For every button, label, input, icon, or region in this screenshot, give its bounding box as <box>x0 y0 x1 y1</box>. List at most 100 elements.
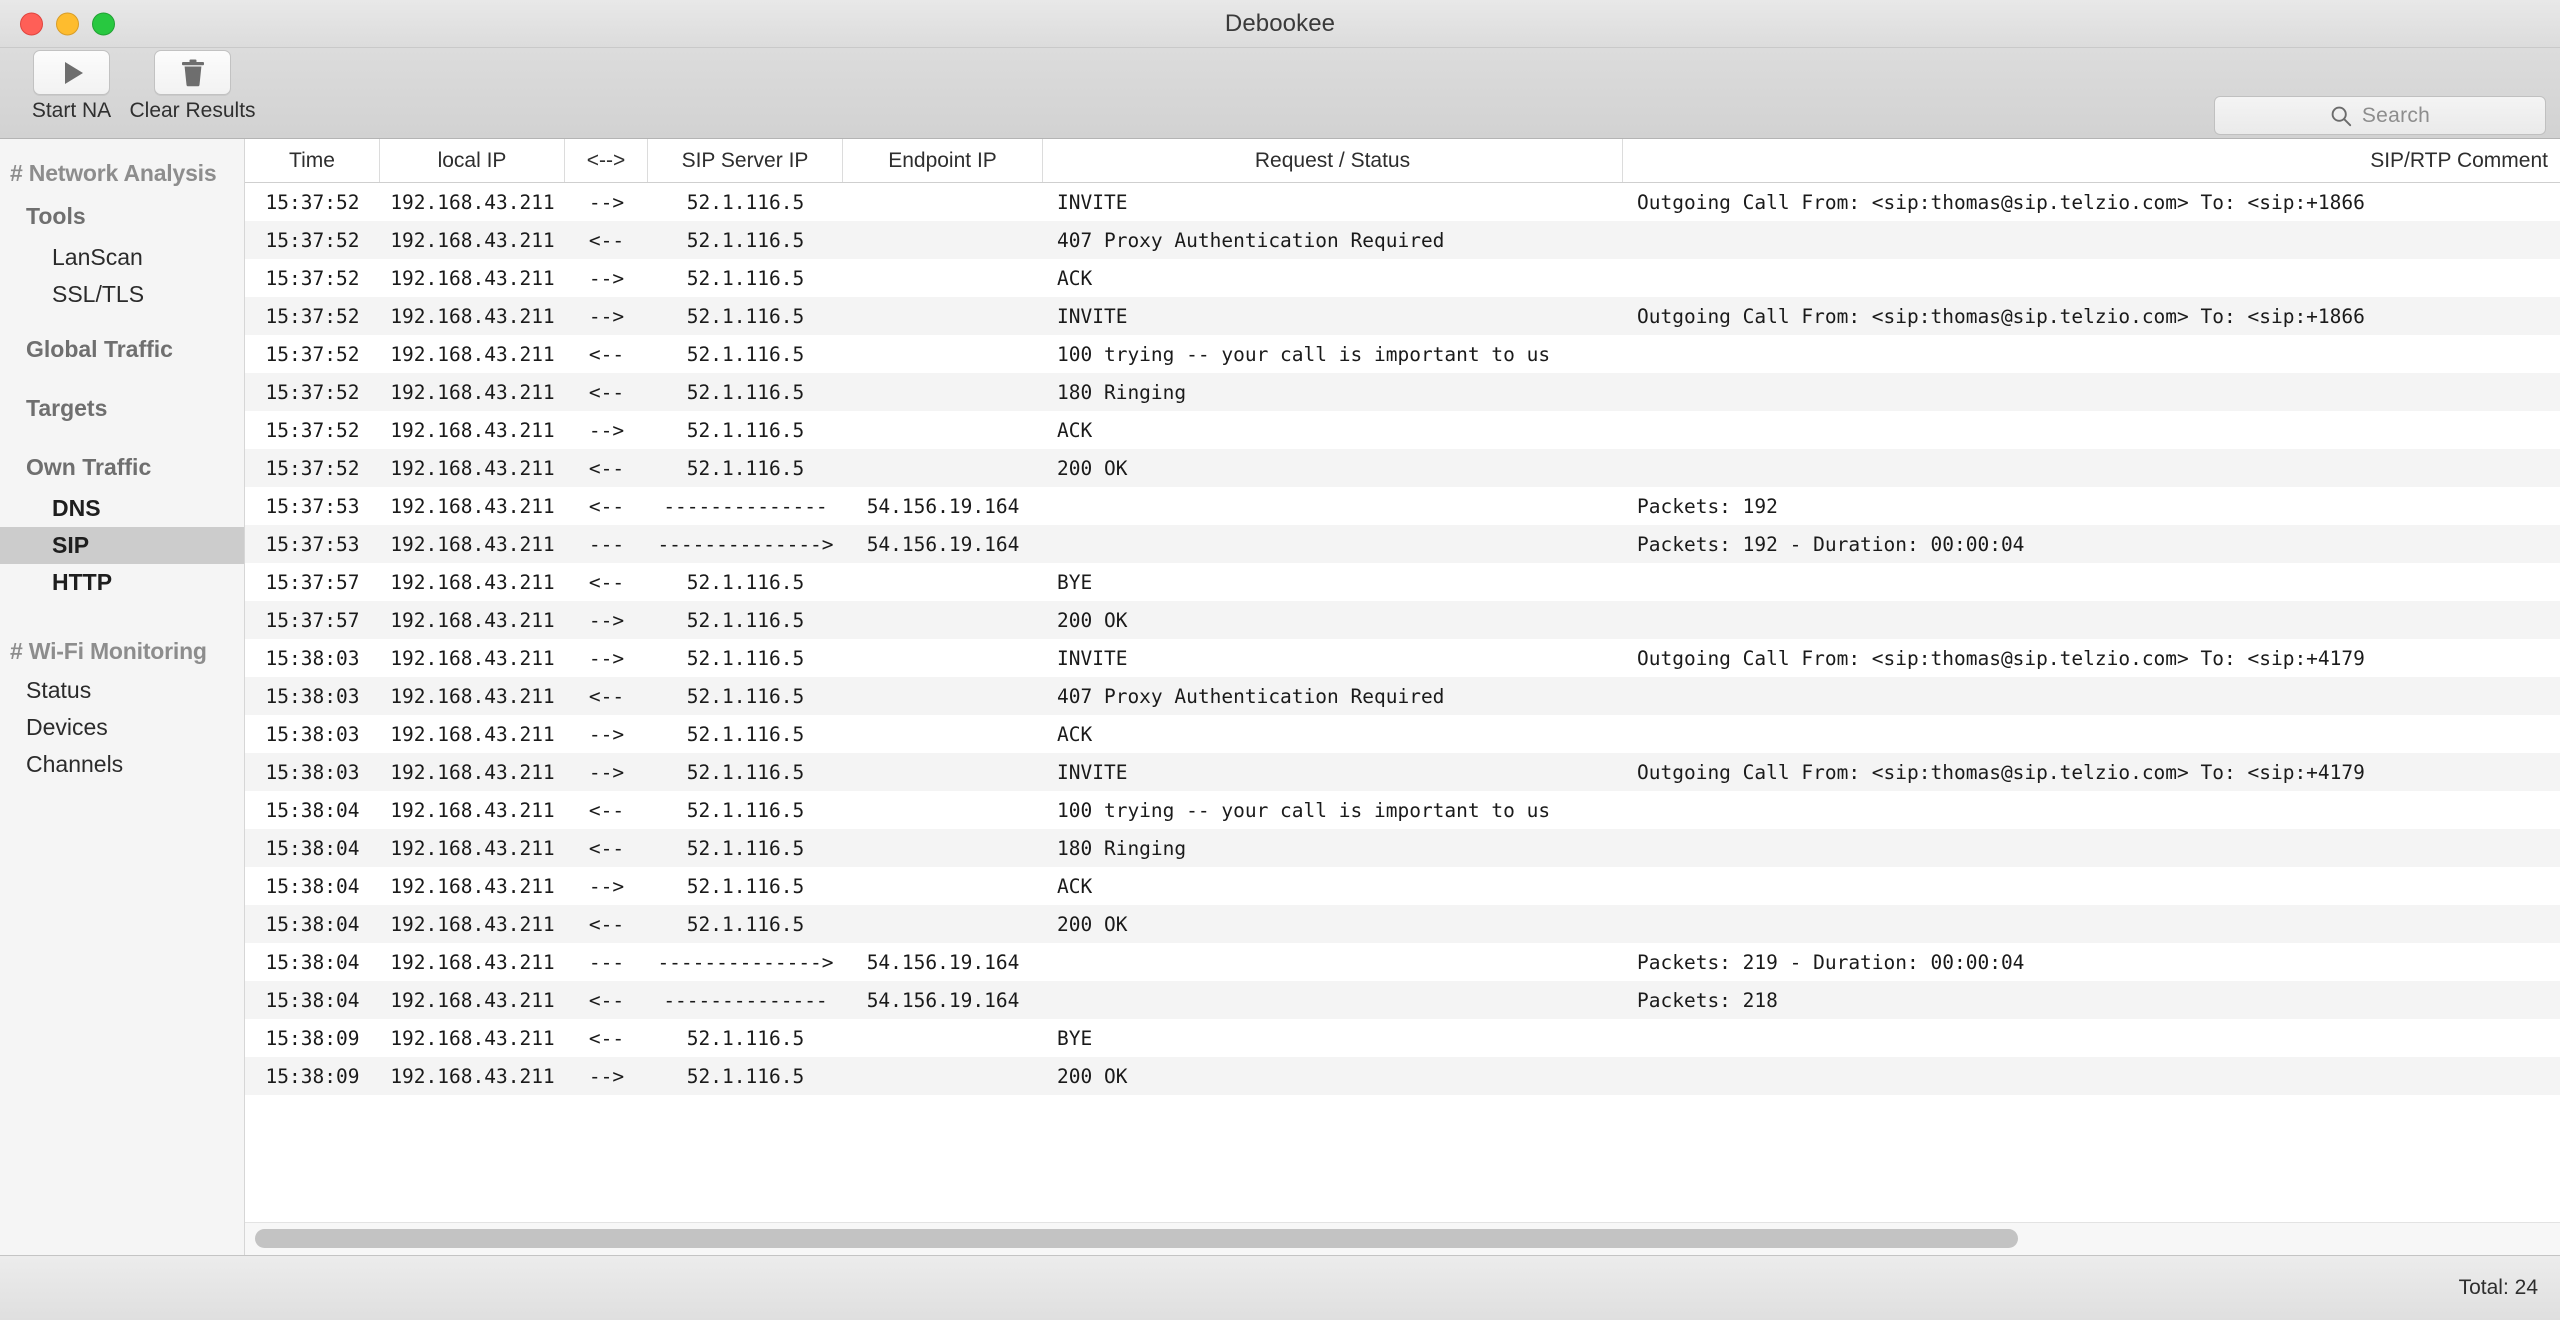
cell-sip-ip: --------------> <box>657 950 834 974</box>
cell-sip-ip: 52.1.116.5 <box>686 836 805 860</box>
cell-comment: Packets: 192 - Duration: 00:00:04 <box>1637 532 2025 556</box>
cell-sip-ip: -------------- <box>663 494 828 518</box>
table-row[interactable]: 15:37:52 192.168.43.211 --> 52.1.116.5 INVIT… <box>245 297 2560 335</box>
clear-results-button-surface[interactable] <box>154 50 231 95</box>
sidebar-item-sip[interactable]: SIP <box>0 527 244 564</box>
cell-request: ACK <box>1057 266 1093 290</box>
table-row[interactable]: 15:37:52 192.168.43.211 <-- 52.1.116.5 100 t… <box>245 335 2560 373</box>
table-row[interactable]: 15:38:03 192.168.43.211 --> 52.1.116.5 INVIT… <box>245 753 2560 791</box>
cell-request: 200 OK <box>1057 912 1128 936</box>
cell-local-ip: 192.168.43.211 <box>390 494 555 518</box>
close-window-button[interactable] <box>20 12 43 35</box>
table-row[interactable]: 15:38:04 192.168.43.211 <-- 52.1.116.5 180 R… <box>245 829 2560 867</box>
cell-dir: <-- <box>588 342 625 366</box>
table-row[interactable]: 15:38:04 192.168.43.211 --> 52.1.116.5 ACK <box>245 867 2560 905</box>
minimize-window-button[interactable] <box>56 12 79 35</box>
column-header-local-ip[interactable]: local IP <box>380 139 565 182</box>
cell-sip-ip: 52.1.116.5 <box>686 380 805 404</box>
cell-dir: <-- <box>588 988 625 1012</box>
cell-local-ip: 192.168.43.211 <box>390 380 555 404</box>
horizontal-scrollbar[interactable] <box>245 1222 2560 1255</box>
table-header-row: Time local IP <--> SIP Server IP Endpoin… <box>245 139 2560 183</box>
cell-request: INVITE <box>1057 760 1128 784</box>
table-row[interactable]: 15:37:53 192.168.43.211 --- -------------->… <box>245 525 2560 563</box>
sidebar-item-targets[interactable]: Targets <box>0 386 244 431</box>
search-input[interactable]: Search <box>2214 96 2546 135</box>
table-row[interactable]: 15:38:03 192.168.43.211 <-- 52.1.116.5 407 P… <box>245 677 2560 715</box>
cell-comment: Packets: 218 <box>1637 988 1778 1012</box>
sidebar-item-dns[interactable]: DNS <box>0 490 244 527</box>
table-row[interactable]: 15:37:57 192.168.43.211 --> 52.1.116.5 200 O… <box>245 601 2560 639</box>
cell-request: 200 OK <box>1057 1064 1128 1088</box>
table-body[interactable]: 15:37:52 192.168.43.211 --> 52.1.116.5 INVIT… <box>245 183 2560 1222</box>
table-row[interactable]: 15:37:52 192.168.43.211 --> 52.1.116.5 INVIT… <box>245 183 2560 221</box>
cell-request: INVITE <box>1057 190 1128 214</box>
table-row[interactable]: 15:37:52 192.168.43.211 <-- 52.1.116.5 180 R… <box>245 373 2560 411</box>
table-row[interactable]: 15:37:52 192.168.43.211 --> 52.1.116.5 ACK <box>245 259 2560 297</box>
cell-sip-ip: 52.1.116.5 <box>686 342 805 366</box>
cell-local-ip: 192.168.43.211 <box>390 608 555 632</box>
sidebar-item-ssl-tls[interactable]: SSL/TLS <box>0 276 244 313</box>
sidebar-item-status[interactable]: Status <box>0 672 244 709</box>
cell-local-ip: 192.168.43.211 <box>390 874 555 898</box>
sidebar: # Network Analysis Tools LanScan SSL/TLS… <box>0 139 245 1255</box>
cell-local-ip: 192.168.43.211 <box>390 988 555 1012</box>
table-row[interactable]: 15:38:04 192.168.43.211 <-- 52.1.116.5 100 t… <box>245 791 2560 829</box>
cell-request: 407 Proxy Authentication Required <box>1057 684 1445 708</box>
cell-local-ip: 192.168.43.211 <box>390 342 555 366</box>
cell-local-ip: 192.168.43.211 <box>390 836 555 860</box>
table-row[interactable]: 15:38:04 192.168.43.211 --- -------------->… <box>245 943 2560 981</box>
column-header-sip-server-ip[interactable]: SIP Server IP <box>648 139 843 182</box>
cell-time: 15:38:03 <box>265 722 360 746</box>
cell-dir: <-- <box>588 380 625 404</box>
maximize-window-button[interactable] <box>92 12 115 35</box>
table-row[interactable]: 15:37:52 192.168.43.211 <-- 52.1.116.5 200 O… <box>245 449 2560 487</box>
cell-time: 15:38:03 <box>265 684 360 708</box>
table-row[interactable]: 15:38:09 192.168.43.211 --> 52.1.116.5 200 O… <box>245 1057 2560 1095</box>
sidebar-item-http[interactable]: HTTP <box>0 564 244 601</box>
status-bar: Total: 24 <box>0 1255 2560 1320</box>
sidebar-item-lanscan[interactable]: LanScan <box>0 239 244 276</box>
cell-dir: <-- <box>588 1026 625 1050</box>
cell-time: 15:38:04 <box>265 874 360 898</box>
cell-time: 15:38:09 <box>265 1026 360 1050</box>
column-header-direction[interactable]: <--> <box>565 139 648 182</box>
table-empty-row <box>245 1171 2560 1209</box>
cell-dir: <-- <box>588 494 625 518</box>
table-row[interactable]: 15:37:52 192.168.43.211 --> 52.1.116.5 ACK <box>245 411 2560 449</box>
cell-time: 15:38:04 <box>265 950 360 974</box>
column-header-request-status[interactable]: Request / Status <box>1043 139 1623 182</box>
cell-time: 15:37:52 <box>265 228 360 252</box>
cell-time: 15:37:53 <box>265 494 360 518</box>
table-row[interactable]: 15:38:04 192.168.43.211 <-- -------------- 5… <box>245 981 2560 1019</box>
sidebar-item-global-traffic[interactable]: Global Traffic <box>0 327 244 372</box>
cell-sip-ip: -------------- <box>663 988 828 1012</box>
start-na-button-surface[interactable] <box>33 50 110 95</box>
table-row[interactable]: 15:37:52 192.168.43.211 <-- 52.1.116.5 407 P… <box>245 221 2560 259</box>
table-row[interactable]: 15:38:09 192.168.43.211 <-- 52.1.116.5 BYE <box>245 1019 2560 1057</box>
column-header-endpoint-ip[interactable]: Endpoint IP <box>843 139 1043 182</box>
sidebar-item-devices[interactable]: Devices <box>0 709 244 746</box>
column-header-time[interactable]: Time <box>245 139 380 182</box>
start-na-button[interactable]: Start NA <box>20 50 123 123</box>
horizontal-scrollbar-thumb[interactable] <box>255 1229 2018 1248</box>
table-row[interactable]: 15:38:03 192.168.43.211 --> 52.1.116.5 ACK <box>245 715 2560 753</box>
table-row[interactable]: 15:38:04 192.168.43.211 <-- 52.1.116.5 200 O… <box>245 905 2560 943</box>
cell-sip-ip: 52.1.116.5 <box>686 608 805 632</box>
cell-comment: Outgoing Call From: <sip:thomas@sip.telz… <box>1637 760 2365 784</box>
clear-results-button[interactable]: Clear Results <box>129 50 256 123</box>
cell-request: INVITE <box>1057 646 1128 670</box>
cell-dir: <-- <box>588 912 625 936</box>
cell-time: 15:37:52 <box>265 190 360 214</box>
table-row[interactable]: 15:37:57 192.168.43.211 <-- 52.1.116.5 BYE <box>245 563 2560 601</box>
column-header-sip-rtp-comment[interactable]: SIP/RTP Comment <box>1623 139 2560 182</box>
cell-local-ip: 192.168.43.211 <box>390 684 555 708</box>
sidebar-item-channels[interactable]: Channels <box>0 746 244 783</box>
cell-request: BYE <box>1057 1026 1093 1050</box>
sidebar-item-own-traffic[interactable]: Own Traffic <box>0 445 244 490</box>
sidebar-item-tools[interactable]: Tools <box>0 194 244 239</box>
table-row[interactable]: 15:37:53 192.168.43.211 <-- -------------- 5… <box>245 487 2560 525</box>
cell-local-ip: 192.168.43.211 <box>390 570 555 594</box>
table-row[interactable]: 15:38:03 192.168.43.211 --> 52.1.116.5 INVIT… <box>245 639 2560 677</box>
cell-dir: <-- <box>588 456 625 480</box>
